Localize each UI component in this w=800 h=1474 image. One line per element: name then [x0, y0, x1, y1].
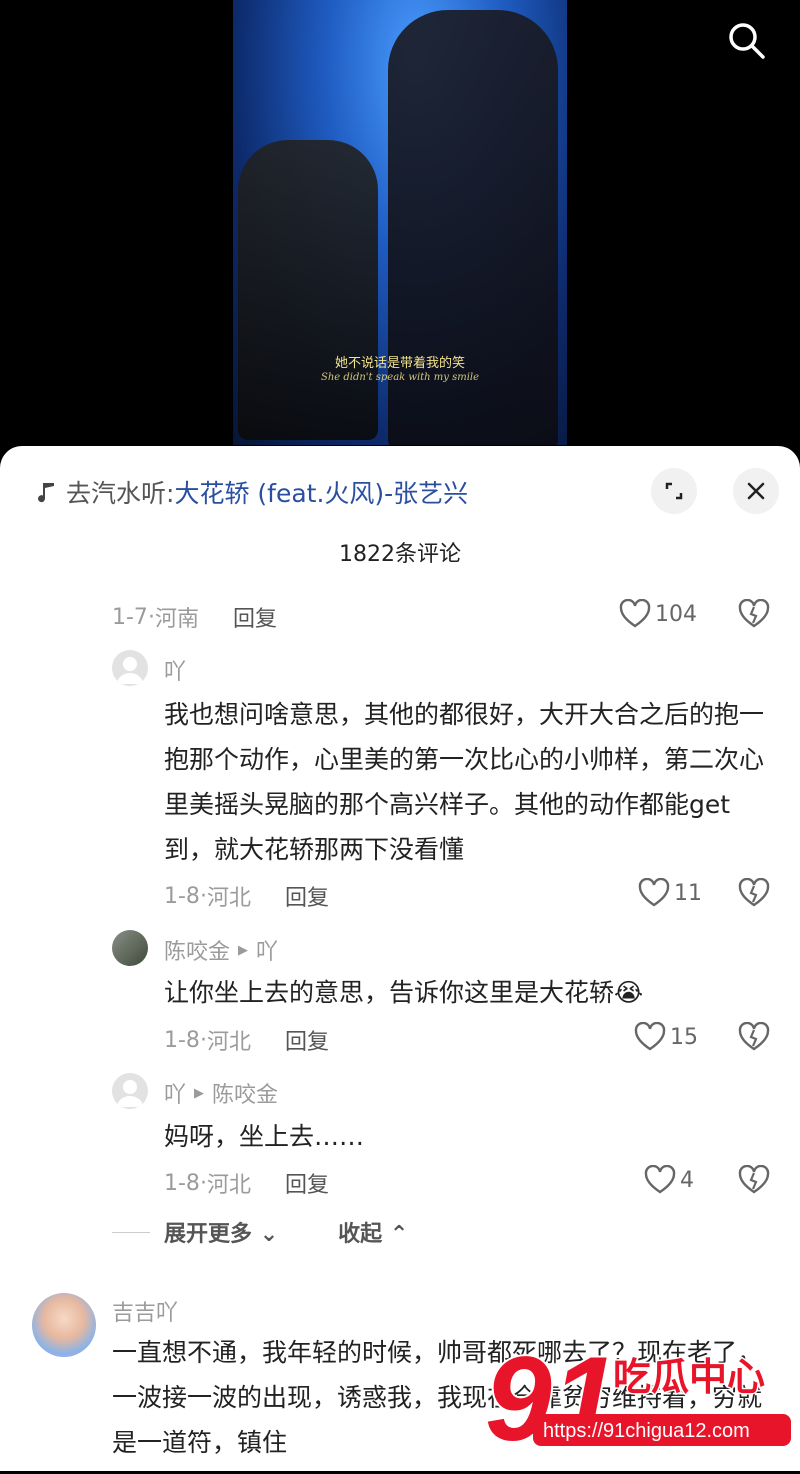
heart-icon — [638, 878, 670, 907]
like-button[interactable]: 11 — [638, 878, 702, 908]
video-subtitle: 她不说话是带着我的笑 — [334, 356, 465, 371]
close-icon — [747, 482, 765, 500]
reply-author[interactable]: 陈咬金 ▶ 吖 — [164, 934, 278, 966]
heart-icon — [619, 599, 651, 628]
broken-heart-icon — [738, 598, 770, 628]
comment-meta: 1-7 · 河南 回复 — [112, 601, 277, 633]
reply-arrow-icon: ▶ — [194, 1085, 205, 1101]
reply-meta: 1-8 · 河北 回复 — [164, 1024, 329, 1056]
broken-heart-icon — [738, 1021, 770, 1051]
avatar[interactable] — [112, 650, 148, 686]
reply-button[interactable]: 回复 — [233, 601, 277, 633]
reply-author[interactable]: 吖 ▶ 陈咬金 — [164, 1077, 278, 1109]
video-player[interactable]: 她不说话是带着我的笑 She didn't speak with my smil… — [0, 0, 800, 460]
heart-icon — [634, 1022, 666, 1051]
like-button[interactable]: 4 — [644, 1165, 694, 1195]
default-avatar-icon — [117, 1080, 143, 1107]
like-button[interactable]: 104 — [619, 599, 697, 629]
reply-meta: 1-8 · 河北 回复 — [164, 1167, 329, 1199]
dislike-button[interactable] — [738, 598, 770, 633]
comments-sheet: 去汽水听: 大花轿 (feat.火风)-张艺兴 1822条评论 1-7 · 河南 回… — [0, 446, 800, 1471]
video-subtitle-english: She didn't speak with my smile — [320, 372, 480, 383]
reply-text: 妈呀，坐上去…… — [164, 1122, 365, 1151]
like-count: 4 — [680, 1167, 694, 1193]
search-icon[interactable] — [726, 20, 766, 60]
expand-button[interactable] — [651, 468, 697, 514]
like-count: 11 — [674, 880, 702, 906]
chevron-up-icon: ⌃ — [389, 1222, 409, 1247]
collapse-button[interactable]: 收起 ⌃ — [338, 1216, 408, 1248]
comment-count: 1822条评论 — [339, 542, 461, 567]
reply-button[interactable]: 回复 — [285, 880, 329, 912]
reply-text: 我也想问啥意思，其他的都很好，大开大合之后的抱一抱那个动作，心里美的第一次比心的… — [164, 700, 765, 864]
like-button[interactable]: 15 — [634, 1022, 698, 1052]
watermark: 91 吃瓜中心 https://91chigua12.com — [483, 1322, 795, 1470]
avatar[interactable] — [112, 930, 148, 966]
like-count: 15 — [670, 1024, 698, 1050]
dislike-button[interactable] — [738, 1021, 770, 1056]
watermark-url: https://91chigua12.com — [543, 1420, 750, 1442]
dislike-button[interactable] — [738, 877, 770, 912]
reply-button[interactable]: 回复 — [285, 1024, 329, 1056]
video-frame: 她不说话是带着我的笑 She didn't speak with my smil… — [233, 0, 567, 445]
heart-icon — [644, 1165, 676, 1194]
close-button[interactable] — [733, 468, 779, 514]
music-note-icon — [38, 483, 54, 503]
chevron-down-icon: ⌄ — [259, 1222, 279, 1247]
watermark-brand: 吃瓜中心 — [613, 1355, 765, 1399]
expand-icon — [665, 482, 683, 500]
dancer-figure — [238, 140, 378, 440]
music-prefix: 去汽水听: — [66, 479, 175, 508]
music-song-title[interactable]: 大花轿 (feat.火风)-张艺兴 — [174, 474, 468, 510]
reply-text: 让你坐上去的意思，告诉你这里是大花轿😭 — [164, 978, 644, 1007]
avatar[interactable] — [112, 1073, 148, 1109]
comment-date: 1-7 — [112, 604, 148, 630]
replies-controls: 展开更多 ⌄ 收起 ⌃ — [112, 1216, 408, 1248]
like-count: 104 — [655, 601, 697, 627]
reply-arrow-icon: ▶ — [238, 942, 249, 958]
default-avatar-icon — [117, 657, 143, 684]
reply-button[interactable]: 回复 — [285, 1167, 329, 1199]
comment-location: 河南 — [154, 607, 199, 632]
avatar[interactable] — [32, 1293, 96, 1357]
reply-author[interactable]: 吖 — [164, 654, 186, 686]
music-link[interactable]: 去汽水听: 大花轿 (feat.火风)-张艺兴 — [34, 474, 468, 510]
expand-more-button[interactable]: 展开更多 ⌄ — [164, 1216, 278, 1248]
broken-heart-icon — [738, 877, 770, 907]
broken-heart-icon — [738, 1164, 770, 1194]
divider — [112, 1231, 150, 1233]
reply-meta: 1-8 · 河北 回复 — [164, 880, 329, 912]
comment-author[interactable]: 吉吉吖 — [112, 1295, 178, 1327]
dislike-button[interactable] — [738, 1164, 770, 1199]
